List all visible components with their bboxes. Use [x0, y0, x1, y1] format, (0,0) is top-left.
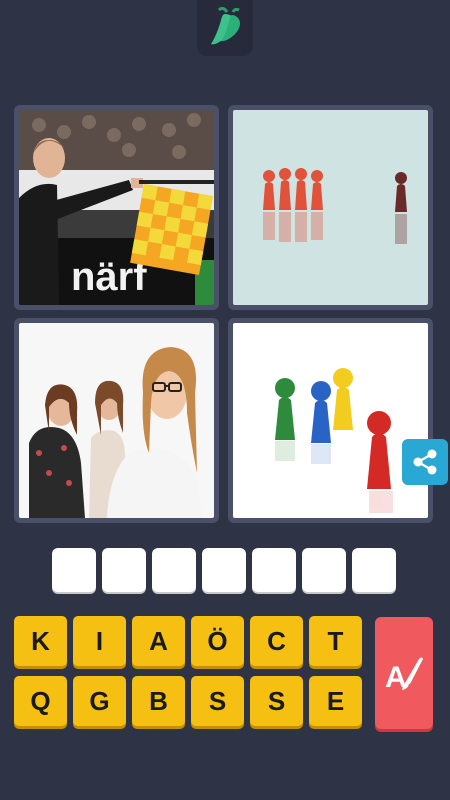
letter-key[interactable]: B: [132, 676, 185, 726]
share-icon: [413, 449, 437, 475]
level-badge[interactable]: [197, 0, 253, 56]
referee-with-flag-image: närf: [19, 110, 214, 305]
magic-letter-hint-icon: A: [385, 657, 423, 693]
letter-key[interactable]: S: [250, 676, 303, 726]
pawns-image: [233, 110, 428, 305]
letter-key[interactable]: Ö: [191, 616, 244, 666]
letter-key[interactable]: K: [14, 616, 67, 666]
letter-key[interactable]: I: [73, 616, 126, 666]
letter-key[interactable]: T: [309, 616, 362, 666]
colored-pawns-image: [233, 323, 428, 518]
answer-slot[interactable]: [302, 548, 346, 592]
letter-key[interactable]: S: [191, 676, 244, 726]
picture-tile-1[interactable]: närf: [14, 105, 219, 310]
picture-tile-4[interactable]: [228, 318, 433, 523]
answer-slot[interactable]: [202, 548, 246, 592]
answer-slot[interactable]: [52, 548, 96, 592]
answer-slot[interactable]: [252, 548, 296, 592]
picture-tile-3[interactable]: [14, 318, 219, 523]
letter-key[interactable]: E: [309, 676, 362, 726]
letter-key[interactable]: G: [73, 676, 126, 726]
letter-key[interactable]: C: [250, 616, 303, 666]
letter-key[interactable]: Q: [14, 676, 67, 726]
girls-image: [19, 323, 214, 518]
chili-pepper-icon: [211, 6, 241, 45]
picture-grid: närf: [14, 105, 436, 525]
answer-slot[interactable]: [352, 548, 396, 592]
letter-key[interactable]: A: [132, 616, 185, 666]
picture-tile-2[interactable]: [228, 105, 433, 310]
top-bar: [0, 0, 450, 60]
answer-slot[interactable]: [102, 548, 146, 592]
share-button[interactable]: [402, 439, 448, 485]
hint-button[interactable]: A: [375, 617, 433, 729]
answer-slot[interactable]: [152, 548, 196, 592]
